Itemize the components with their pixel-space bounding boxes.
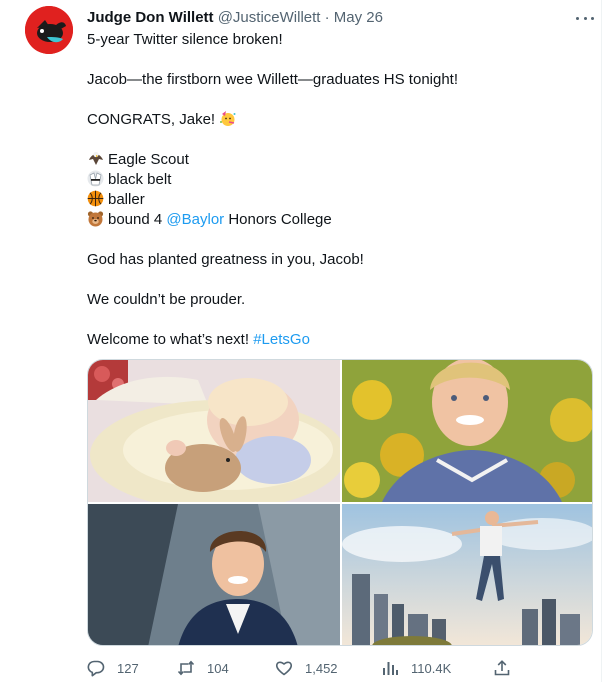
- text-line: bound 4 @Baylor Honors College: [87, 210, 587, 230]
- share-icon: [493, 659, 511, 677]
- header-separator: ·: [324, 9, 330, 26]
- list-item-black-belt: black belt: [108, 171, 172, 188]
- young-man-suit-photo[interactable]: [88, 504, 340, 645]
- tweet-text: 5-year Twitter silence broken! Jacob—the…: [87, 30, 587, 350]
- hashtag-link[interactable]: #LetsGo: [253, 331, 310, 348]
- text-line: CONGRATS, Jake!: [87, 110, 587, 130]
- party-face-emoji: [219, 110, 236, 127]
- view-count: 110.4K: [411, 660, 452, 676]
- text-line: Welcome to what’s next! #LetsGo: [87, 330, 587, 350]
- bound-suffix: Honors College: [228, 211, 332, 228]
- author-handle[interactable]: @JusticeWillett: [218, 9, 321, 26]
- bound-prefix: bound 4: [108, 211, 163, 228]
- text-line: baller: [87, 190, 587, 210]
- welcome-text: Welcome to what’s next!: [87, 331, 250, 348]
- timeline-divider: [601, 0, 602, 682]
- basketball-emoji: [87, 190, 104, 207]
- smiling-child-photo[interactable]: [342, 360, 592, 502]
- text-line: Jacob—the firstborn wee Willett—graduate…: [87, 71, 459, 88]
- text-line: black belt: [87, 170, 587, 190]
- like-button[interactable]: 1,452: [275, 656, 338, 680]
- baby-with-bunny-photo[interactable]: [88, 360, 340, 502]
- jumping-man-skyline-photo[interactable]: [342, 504, 592, 645]
- like-count: 1,452: [305, 660, 338, 676]
- reply-button[interactable]: 127: [87, 656, 139, 680]
- retweet-button[interactable]: 104: [177, 656, 229, 680]
- reply-icon: [87, 659, 105, 677]
- bear-face-emoji: [87, 210, 104, 227]
- media-grid: [87, 359, 593, 646]
- eagle-emoji: [87, 150, 104, 167]
- tweet[interactable]: Judge Don Willett @JusticeWillett · May …: [0, 0, 600, 682]
- list-item-eagle-scout: Eagle Scout: [108, 151, 189, 168]
- like-icon: [275, 659, 293, 677]
- author-name[interactable]: Judge Don Willett: [87, 9, 214, 26]
- tweet-date[interactable]: May 26: [334, 9, 383, 26]
- text-line: 5-year Twitter silence broken!: [87, 31, 283, 48]
- retweet-count: 104: [207, 660, 229, 676]
- congrats-text: CONGRATS, Jake!: [87, 111, 216, 128]
- text-line: God has planted greatness in you, Jacob!: [87, 251, 364, 268]
- list-item-baller: baller: [108, 191, 145, 208]
- avatar[interactable]: [25, 6, 73, 54]
- share-button[interactable]: [493, 656, 523, 680]
- text-line: We couldn’t be prouder.: [87, 291, 246, 308]
- text-line: Eagle Scout: [87, 150, 587, 170]
- tweet-header: Judge Don Willett @JusticeWillett · May …: [87, 8, 383, 28]
- martial-arts-uniform-emoji: [87, 170, 104, 187]
- views-icon: [381, 659, 399, 677]
- retweet-icon: [177, 659, 195, 677]
- mention-link[interactable]: @Baylor: [166, 211, 224, 228]
- more-horizontal-icon[interactable]: [573, 8, 597, 28]
- views-button[interactable]: 110.4K: [381, 656, 451, 680]
- tweet-actions: 127 104 1,452 110.4K: [87, 656, 597, 680]
- reply-count: 127: [117, 660, 139, 676]
